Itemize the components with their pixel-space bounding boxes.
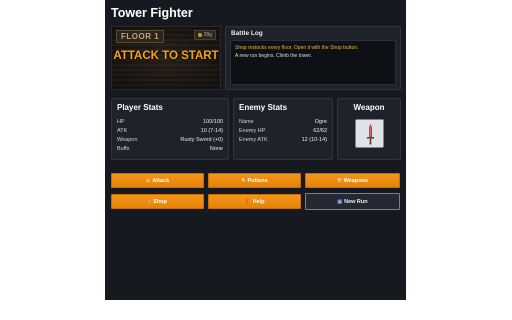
enemy-name-value: Ogre [314, 119, 327, 125]
battle-scene[interactable]: FLOOR 1 28g ATTACK TO START [111, 26, 221, 90]
game-window: Tower Fighter FLOOR 1 28g ATTACK TO STAR… [105, 0, 406, 300]
floor-indicator: FLOOR 1 [116, 30, 165, 43]
player-weapon-label: Weapon [117, 137, 138, 143]
enemy-atk-label: Enemy ATK [239, 137, 268, 143]
player-buffs-value: None [209, 146, 223, 152]
player-stats-card: Player Stats HP 100/100 ATK 10 (7-14) We… [111, 98, 229, 160]
player-buffs-row: Buffs None [117, 146, 223, 154]
battle-log-box[interactable]: Shop restocks every floor. Open it with … [230, 40, 396, 85]
new-run-button-label: New Run [344, 198, 368, 205]
help-button-label: Help [252, 198, 265, 205]
game-title: Tower Fighter [111, 6, 193, 20]
log-entry: A new run begins. Climb the tower. [235, 53, 312, 59]
sword-small-icon: ⚒ [337, 177, 342, 184]
enemy-name-row: Name Ogre [239, 119, 327, 127]
attack-icon: ⚔ [145, 177, 151, 184]
enemy-name-label: Name [239, 119, 254, 125]
help-icon: ❗ [244, 198, 251, 205]
weapon-title: Weapon [353, 103, 385, 112]
attack-button[interactable]: ⚔ Attack [111, 173, 204, 188]
potions-button-label: Potions [247, 177, 268, 184]
help-button[interactable]: ❗ Help [208, 194, 301, 209]
shop-icon: ⌂ [148, 198, 152, 205]
gold-value: 28g [203, 32, 212, 38]
player-weapon-row: Weapon Rusty Sword (+0) [117, 137, 223, 145]
enemy-hp-row: Enemy HP 62/62 [239, 128, 327, 136]
attack-to-start-prompt[interactable]: ATTACK TO START [112, 50, 220, 62]
enemy-stats-title: Enemy Stats [239, 103, 288, 112]
weapons-button-label: Weapons [343, 177, 368, 184]
player-hp-row: HP 100/100 [117, 119, 223, 127]
player-buffs-label: Buffs [117, 146, 130, 152]
enemy-atk-value: 12 (10-14) [301, 137, 327, 143]
weapon-slot[interactable] [355, 119, 384, 148]
player-weapon-value: Rusty Sword (+0) [180, 137, 223, 143]
player-hp-label: HP [117, 119, 125, 125]
potion-icon: ✎ [241, 177, 246, 184]
player-stats-title: Player Stats [117, 103, 163, 112]
enemy-stats-card: Enemy Stats Name Ogre Enemy HP 62/62 Ene… [233, 98, 333, 160]
player-atk-label: ATK [117, 128, 128, 134]
player-atk-value: 10 (7-14) [200, 128, 223, 134]
shop-button-label: Shop [153, 198, 167, 205]
shop-button[interactable]: ⌂ Shop [111, 194, 204, 209]
enemy-atk-row: Enemy ATK 12 (10-14) [239, 137, 327, 145]
battle-log-title: Battle Log [231, 30, 263, 37]
enemy-hp-value: 62/62 [313, 128, 327, 134]
sword-icon [367, 124, 374, 145]
player-atk-row: ATK 10 (7-14) [117, 128, 223, 136]
coin-icon [197, 33, 202, 37]
enemy-hp-label: Enemy HP [239, 128, 266, 134]
potions-button[interactable]: ✎ Potions [208, 173, 301, 188]
new-run-icon: ▣ [337, 198, 343, 205]
log-entry: Shop restocks every floor. Open it with … [235, 45, 359, 51]
gold-counter: 28g [193, 30, 216, 40]
battle-log-panel: Battle Log Shop restocks every floor. Op… [225, 26, 401, 90]
attack-button-label: Attack [152, 177, 170, 184]
new-run-button[interactable]: ▣ New Run [305, 193, 400, 210]
player-hp-value: 100/100 [203, 119, 223, 125]
weapons-button[interactable]: ⚒ Weapons [305, 173, 400, 188]
weapon-card: Weapon [337, 98, 401, 160]
